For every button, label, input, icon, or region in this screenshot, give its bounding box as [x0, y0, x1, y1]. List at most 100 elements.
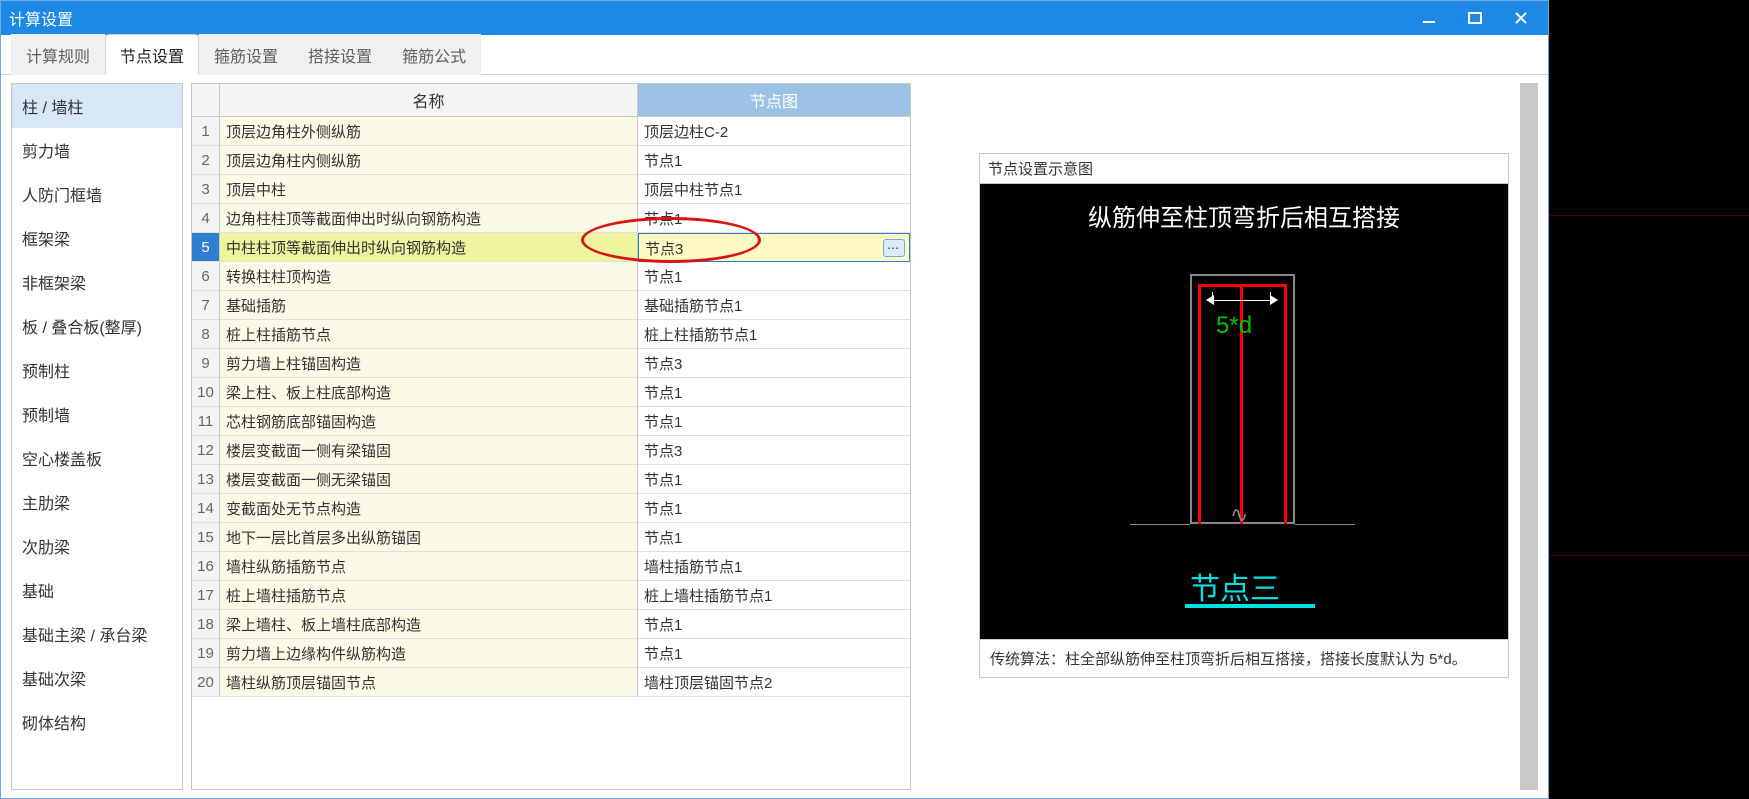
- table-row[interactable]: 16墙柱纵筋插筋节点墙柱插筋节点1: [192, 552, 910, 581]
- cell-value[interactable]: 节点1: [638, 639, 910, 668]
- row-number: 8: [192, 320, 220, 349]
- dim-arrow-right: [1270, 295, 1278, 305]
- sidebar-item-8[interactable]: 空心楼盖板: [12, 436, 182, 480]
- minimize-button[interactable]: [1406, 1, 1452, 35]
- cell-name[interactable]: 芯柱钢筋底部锚固构造: [220, 407, 638, 436]
- row-number: 16: [192, 552, 220, 581]
- row-number: 18: [192, 610, 220, 639]
- cell-name[interactable]: 楼层变截面一侧有梁锚固: [220, 436, 638, 465]
- tab-0[interactable]: 计算规则: [11, 34, 105, 75]
- sidebar-item-3[interactable]: 框架梁: [12, 216, 182, 260]
- cell-value[interactable]: 顶层边柱C-2: [638, 117, 910, 146]
- cell-value[interactable]: 节点1: [638, 407, 910, 436]
- sidebar-item-2[interactable]: 人防门框墙: [12, 172, 182, 216]
- cell-value[interactable]: 节点3: [638, 349, 910, 378]
- category-sidebar[interactable]: 柱 / 墙柱剪力墙人防门框墙框架梁非框架梁板 / 叠合板(整厚)预制柱预制墙空心…: [11, 83, 183, 790]
- diagram-node-label: 节点三: [1190, 564, 1280, 608]
- cell-value[interactable]: 节点1: [638, 494, 910, 523]
- sidebar-item-7[interactable]: 预制墙: [12, 392, 182, 436]
- cell-name[interactable]: 墙柱纵筋顶层锚固节点: [220, 668, 638, 697]
- cell-name[interactable]: 梁上墙柱、板上墙柱底部构造: [220, 610, 638, 639]
- table-row[interactable]: 4边角柱柱顶等截面伸出时纵向钢筋构造节点1: [192, 204, 910, 233]
- sidebar-item-10[interactable]: 次肋梁: [12, 524, 182, 568]
- table-row[interactable]: 20墙柱纵筋顶层锚固节点墙柱顶层锚固节点2: [192, 668, 910, 697]
- row-number: 6: [192, 262, 220, 291]
- cell-name[interactable]: 墙柱纵筋插筋节点: [220, 552, 638, 581]
- cell-name[interactable]: 顶层中柱: [220, 175, 638, 204]
- tab-3[interactable]: 搭接设置: [293, 34, 387, 75]
- close-button[interactable]: [1498, 1, 1544, 35]
- cell-value[interactable]: 基础插筋节点1: [638, 291, 910, 320]
- table-row[interactable]: 10梁上柱、板上柱底部构造节点1: [192, 378, 910, 407]
- table-row[interactable]: 6转换柱柱顶构造节点1: [192, 262, 910, 291]
- rownum-header: [192, 84, 220, 117]
- cell-value[interactable]: 墙柱插筋节点1: [638, 552, 910, 581]
- cell-name[interactable]: 中柱柱顶等截面伸出时纵向钢筋构造: [220, 233, 638, 262]
- table-row[interactable]: 9剪力墙上柱锚固构造节点3: [192, 349, 910, 378]
- name-header[interactable]: 名称: [220, 84, 638, 117]
- table-row[interactable]: 11芯柱钢筋底部锚固构造节点1: [192, 407, 910, 436]
- sidebar-item-14[interactable]: 砌体结构: [12, 700, 182, 744]
- sidebar-item-4[interactable]: 非框架梁: [12, 260, 182, 304]
- sidebar-item-6[interactable]: 预制柱: [12, 348, 182, 392]
- cell-value[interactable]: 节点1: [638, 146, 910, 175]
- sidebar-item-11[interactable]: 基础: [12, 568, 182, 612]
- table-row[interactable]: 18梁上墙柱、板上墙柱底部构造节点1: [192, 610, 910, 639]
- cell-name[interactable]: 顶层边角柱外侧纵筋: [220, 117, 638, 146]
- sidebar-item-9[interactable]: 主肋梁: [12, 480, 182, 524]
- cell-name[interactable]: 基础插筋: [220, 291, 638, 320]
- tab-4[interactable]: 箍筋公式: [387, 34, 481, 75]
- cell-name[interactable]: 剪力墙上边缘构件纵筋构造: [220, 639, 638, 668]
- cell-name[interactable]: 转换柱柱顶构造: [220, 262, 638, 291]
- table-row[interactable]: 14变截面处无节点构造节点1: [192, 494, 910, 523]
- cell-name[interactable]: 楼层变截面一侧无梁锚固: [220, 465, 638, 494]
- sidebar-item-5[interactable]: 板 / 叠合板(整厚): [12, 304, 182, 348]
- table-row[interactable]: 15地下一层比首层多出纵筋锚固节点1: [192, 523, 910, 552]
- sidebar-item-1[interactable]: 剪力墙: [12, 128, 182, 172]
- grid-body[interactable]: 1顶层边角柱外侧纵筋顶层边柱C-22顶层边角柱内侧纵筋节点13顶层中柱顶层中柱节…: [192, 117, 910, 789]
- cell-value[interactable]: 桩上柱插筋节点1: [638, 320, 910, 349]
- sidebar-item-0[interactable]: 柱 / 墙柱: [12, 84, 182, 128]
- diagram-card: 节点设置示意图 纵筋伸至柱顶弯折后相互搭接: [979, 153, 1509, 678]
- cell-value[interactable]: 节点1: [638, 523, 910, 552]
- value-header[interactable]: 节点图: [638, 84, 910, 117]
- maximize-button[interactable]: [1452, 1, 1498, 35]
- cell-value[interactable]: 墙柱顶层锚固节点2: [638, 668, 910, 697]
- cell-value[interactable]: 节点1: [638, 610, 910, 639]
- cell-more-icon[interactable]: ⋯: [883, 239, 905, 257]
- cell-value[interactable]: 节点1: [638, 378, 910, 407]
- table-row[interactable]: 7基础插筋基础插筋节点1: [192, 291, 910, 320]
- cell-name[interactable]: 桩上墙柱插筋节点: [220, 581, 638, 610]
- sidebar-item-12[interactable]: 基础主梁 / 承台梁: [12, 612, 182, 656]
- diagram-scrollbar[interactable]: [1520, 83, 1538, 790]
- cell-value[interactable]: 节点1: [638, 465, 910, 494]
- cell-value[interactable]: 顶层中柱节点1: [638, 175, 910, 204]
- cell-value[interactable]: 节点3: [638, 436, 910, 465]
- cell-name[interactable]: 边角柱柱顶等截面伸出时纵向钢筋构造: [220, 204, 638, 233]
- table-row[interactable]: 5中柱柱顶等截面伸出时纵向钢筋构造节点3⋯: [192, 233, 910, 262]
- table-row[interactable]: 12楼层变截面一侧有梁锚固节点3: [192, 436, 910, 465]
- cell-value[interactable]: 节点1: [638, 204, 910, 233]
- diagram-scroll-thumb[interactable]: [1520, 83, 1538, 790]
- diagram-heading: 纵筋伸至柱顶弯折后相互搭接: [1088, 198, 1400, 233]
- cell-value[interactable]: 节点1: [638, 262, 910, 291]
- cell-name[interactable]: 顶层边角柱内侧纵筋: [220, 146, 638, 175]
- cell-name[interactable]: 梁上柱、板上柱底部构造: [220, 378, 638, 407]
- table-row[interactable]: 8桩上柱插筋节点桩上柱插筋节点1: [192, 320, 910, 349]
- cell-name[interactable]: 桩上柱插筋节点: [220, 320, 638, 349]
- sidebar-item-13[interactable]: 基础次梁: [12, 656, 182, 700]
- cell-name[interactable]: 变截面处无节点构造: [220, 494, 638, 523]
- table-row[interactable]: 1顶层边角柱外侧纵筋顶层边柱C-2: [192, 117, 910, 146]
- cell-name[interactable]: 地下一层比首层多出纵筋锚固: [220, 523, 638, 552]
- table-row[interactable]: 19剪力墙上边缘构件纵筋构造节点1: [192, 639, 910, 668]
- table-row[interactable]: 13楼层变截面一侧无梁锚固节点1: [192, 465, 910, 494]
- cell-value[interactable]: 桩上墙柱插筋节点1: [638, 581, 910, 610]
- cell-name[interactable]: 剪力墙上柱锚固构造: [220, 349, 638, 378]
- dim-tick-left: [1212, 292, 1213, 302]
- table-row[interactable]: 2顶层边角柱内侧纵筋节点1: [192, 146, 910, 175]
- table-row[interactable]: 3顶层中柱顶层中柱节点1: [192, 175, 910, 204]
- cell-value[interactable]: 节点3⋯: [638, 233, 910, 262]
- tab-2[interactable]: 箍筋设置: [199, 34, 293, 75]
- tab-1[interactable]: 节点设置: [105, 34, 199, 75]
- table-row[interactable]: 17桩上墙柱插筋节点桩上墙柱插筋节点1: [192, 581, 910, 610]
